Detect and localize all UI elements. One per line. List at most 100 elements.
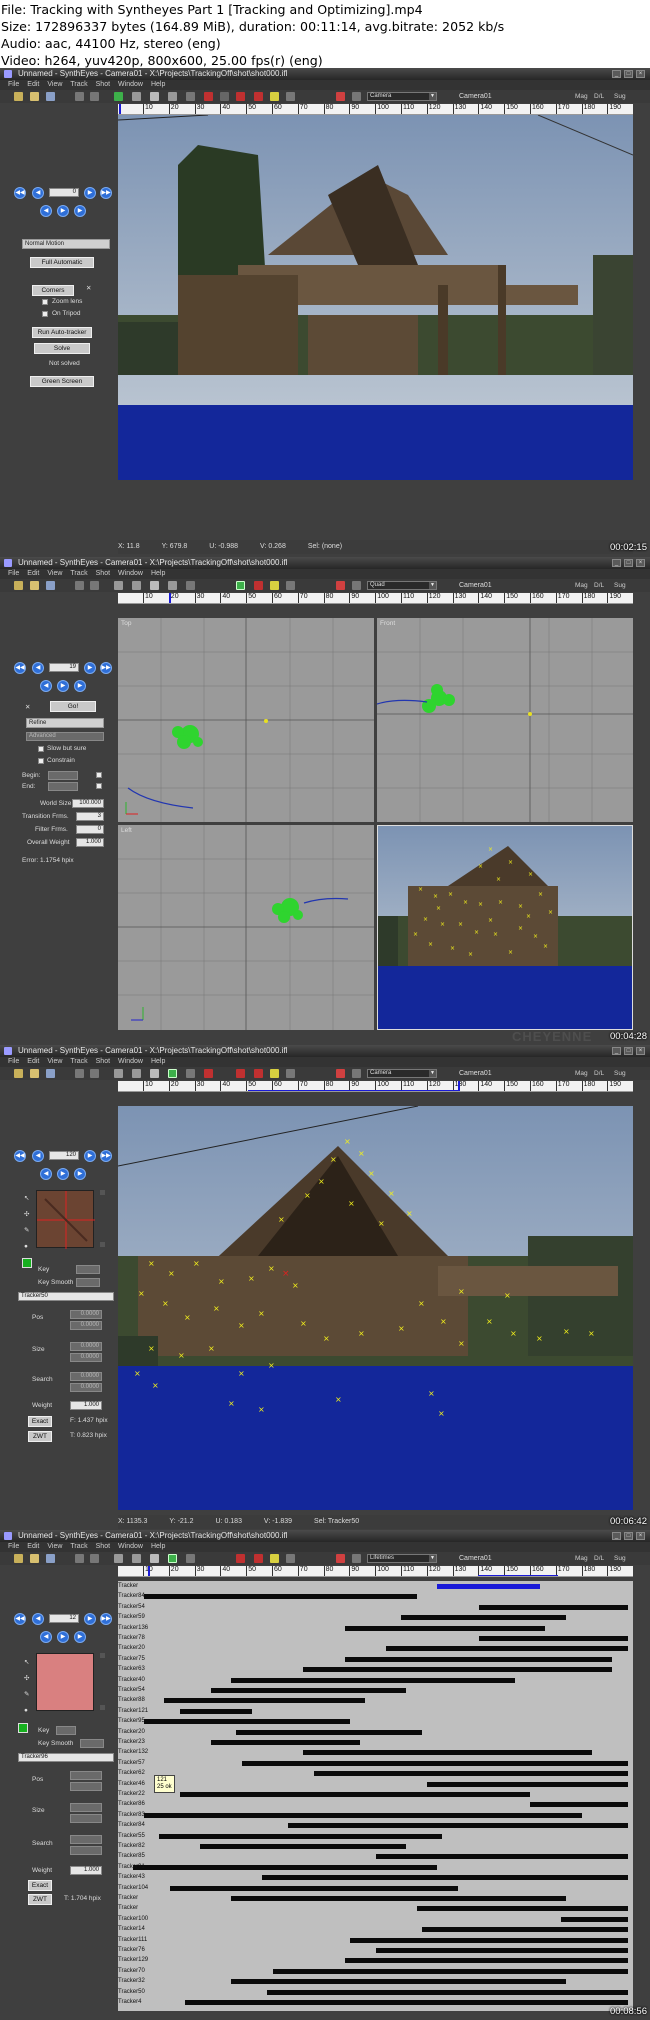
camera-viewport[interactable]: × × × × × × × × × × × × × × × × × × × × × × × × × × × × × × × × × ×… — [118, 1106, 633, 1510]
menu-shot[interactable]: Shot — [96, 1057, 110, 1067]
tracker-lifetime-bar[interactable] — [143, 1812, 582, 1818]
lock-icon[interactable]: ● — [24, 1243, 28, 1251]
minimize-icon[interactable]: _ — [612, 1532, 621, 1540]
record-icon[interactable] — [236, 92, 245, 101]
dl-label[interactable]: D/L — [594, 1554, 604, 1563]
solve-mode-dropdown[interactable]: Refine — [26, 718, 104, 728]
sug-label[interactable]: Sug — [614, 581, 626, 590]
tracker-lifetime-bar[interactable] — [313, 1771, 628, 1777]
tracker-lifetime-bar[interactable] — [272, 1968, 628, 1974]
mag-label[interactable]: Mag — [575, 92, 588, 101]
pos-y-field[interactable] — [70, 1782, 102, 1791]
menu-help[interactable]: Help — [151, 80, 165, 90]
track-room-icon[interactable] — [132, 581, 141, 590]
tracker-room-icon[interactable] — [168, 1069, 177, 1078]
begin-field[interactable] — [48, 771, 78, 780]
maximize-icon[interactable]: □ — [624, 559, 633, 567]
play-icon[interactable]: ▶ — [57, 1631, 69, 1643]
tracker-lifetime-bar[interactable] — [262, 1875, 628, 1881]
tracker-lifetime-row[interactable]: Tracker84 — [118, 1593, 633, 1600]
minimize-icon[interactable]: _ — [612, 1047, 621, 1055]
first-frame-icon[interactable]: ◀◀ — [14, 187, 26, 199]
paint-icon[interactable] — [254, 1554, 263, 1563]
end-checkbox[interactable] — [96, 783, 102, 789]
tracker-lifetime-bar[interactable] — [385, 1646, 628, 1652]
menu-help[interactable]: Help — [151, 569, 165, 579]
tracker-lifetime-row[interactable]: Tracker40 — [118, 1677, 633, 1684]
record-icon[interactable] — [236, 1069, 245, 1078]
playhead-marker[interactable] — [148, 1566, 150, 1576]
playback-icon[interactable] — [336, 92, 345, 101]
go-button[interactable]: Go! — [50, 701, 96, 712]
new-file-icon[interactable] — [14, 1554, 23, 1563]
open-file-icon[interactable] — [30, 1554, 39, 1563]
save-icon[interactable] — [46, 92, 55, 101]
tracker-name-field[interactable]: Tracker96 — [18, 1753, 114, 1762]
tracker-lifetime-bar[interactable] — [184, 2000, 628, 2005]
new-file-icon[interactable] — [14, 92, 23, 101]
tracker-lifetime-row[interactable]: Tracker50 — [118, 1989, 633, 1996]
search-x-field[interactable]: 0.0000 — [70, 1372, 102, 1381]
preview-zoom-icon[interactable] — [100, 1653, 105, 1658]
tracker-lifetime-row[interactable]: Tracker63 — [118, 1666, 633, 1673]
front-viewport[interactable]: Front — [377, 618, 633, 822]
menu-window[interactable]: Window — [118, 569, 143, 579]
menu-window[interactable]: Window — [118, 1057, 143, 1067]
open-file-icon[interactable] — [30, 1069, 39, 1078]
key-field[interactable] — [76, 1265, 100, 1274]
search-y-field[interactable] — [70, 1846, 102, 1855]
first-frame-icon[interactable]: ◀◀ — [14, 662, 26, 674]
key-field[interactable] — [56, 1726, 76, 1735]
mag-label[interactable]: Mag — [575, 1069, 588, 1078]
tracker-lifetime-bar[interactable] — [231, 1979, 567, 1985]
pos-x-field[interactable]: 0.0000 — [70, 1310, 102, 1319]
timeline-ruler[interactable]: 1020304050607080901001101201301401501601… — [118, 104, 633, 115]
tracker-lifetime-row[interactable]: Tracker100 — [118, 1916, 633, 1923]
tracker-lifetime-row[interactable]: Tracker70 — [118, 1968, 633, 1975]
lens-icon[interactable] — [186, 581, 195, 590]
filter-field[interactable]: 0 — [76, 825, 104, 834]
tracker-lifetime-row[interactable]: Tracker132 — [118, 1749, 633, 1756]
motion-dropdown[interactable]: Normal Motion — [22, 239, 110, 249]
solve-button[interactable]: Solve — [34, 343, 90, 354]
dl-label[interactable]: D/L — [594, 581, 604, 590]
play-icon[interactable]: ▶ — [57, 680, 69, 692]
timeline-ruler[interactable]: 1020304050607080901001101201301401501601… — [118, 1566, 633, 1577]
size-x-field[interactable]: 0.0000 — [70, 1342, 102, 1351]
tracker-lifetime-row[interactable]: Tracker59 — [118, 1614, 633, 1621]
exact-button[interactable]: Exact — [28, 1880, 52, 1891]
redo-icon[interactable] — [90, 92, 99, 101]
size-y-field[interactable] — [70, 1814, 102, 1823]
coords-icon[interactable] — [186, 1554, 195, 1563]
advanced-button[interactable]: Advanced — [26, 732, 104, 741]
sug-label[interactable]: Sug — [614, 1554, 626, 1563]
frame-number-field[interactable]: 0 — [49, 188, 79, 197]
menu-edit[interactable]: Edit — [27, 1057, 39, 1067]
tracker-lifetime-row[interactable]: Tracker4 — [118, 1999, 633, 2006]
timeline-ruler[interactable]: 1020304050607080901001101201301401501601… — [118, 593, 633, 604]
close-icon[interactable]: × — [636, 1532, 645, 1540]
left-viewport[interactable]: Left — [118, 825, 374, 1030]
redo-icon[interactable] — [90, 1554, 99, 1563]
pos-y-field[interactable]: 0.0000 — [70, 1321, 102, 1330]
tracker-lifetime-row[interactable]: Tracker78 — [118, 1635, 633, 1642]
last-frame-icon[interactable]: ▶▶ — [100, 187, 112, 199]
pen-tool-icon[interactable]: ✎ — [24, 1691, 29, 1699]
corners-x-icon[interactable]: ✕ — [86, 285, 91, 293]
undo-icon[interactable] — [75, 1069, 84, 1078]
tracker-lifetime-row[interactable]: Tracker85 — [118, 1853, 633, 1860]
tracker-lifetime-row[interactable]: Tracker32 — [118, 1978, 633, 1985]
close-icon[interactable]: × — [636, 559, 645, 567]
preview-mode-icon[interactable] — [100, 1242, 105, 1247]
light-icon[interactable] — [270, 92, 279, 101]
tracker-lifetime-bar[interactable] — [143, 1719, 350, 1725]
prev-frame-icon[interactable]: ◀ — [32, 187, 44, 199]
tracker-lifetime-bar[interactable] — [169, 1885, 458, 1891]
forward-key-icon[interactable]: ▶ — [74, 680, 86, 692]
tracker-icon[interactable] — [150, 1069, 159, 1078]
size-x-field[interactable] — [70, 1803, 102, 1812]
tracker-icon[interactable] — [150, 1554, 159, 1563]
tracker-lifetime-bar[interactable] — [303, 1667, 613, 1673]
tracker-lifetime-bar[interactable] — [375, 1854, 628, 1860]
mag-label[interactable]: Mag — [575, 1554, 588, 1563]
